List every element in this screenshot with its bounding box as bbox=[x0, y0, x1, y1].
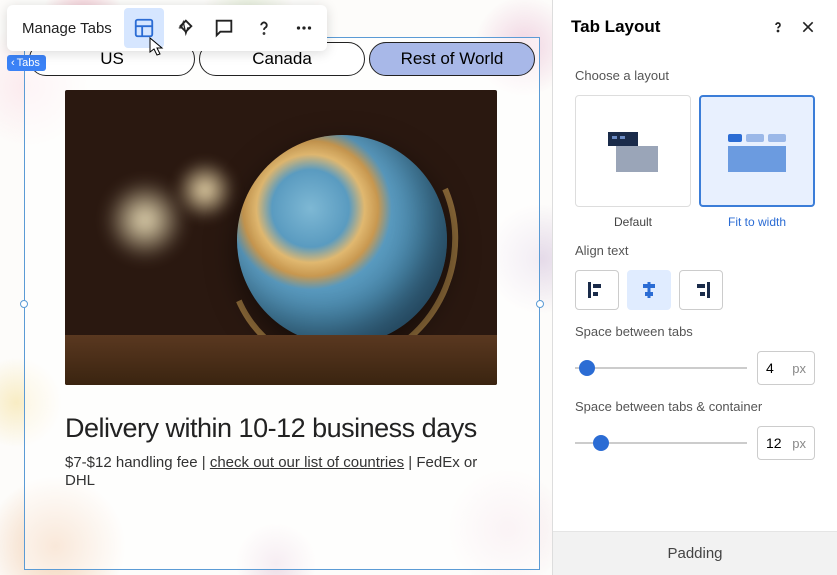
delivery-headline: Delivery within 10-12 business days bbox=[65, 413, 499, 444]
space-tabs-slider[interactable] bbox=[575, 358, 747, 378]
comment-icon-button[interactable] bbox=[204, 8, 244, 48]
align-left-button[interactable] bbox=[575, 270, 619, 310]
space-container-input[interactable]: 12px bbox=[757, 426, 815, 460]
countries-link[interactable]: check out our list of countries bbox=[210, 454, 404, 471]
choose-layout-label: Choose a layout bbox=[575, 68, 815, 83]
editor-canvas: Manage Tabs Tabs US Canada Rest of World bbox=[0, 0, 552, 575]
more-icon-button[interactable] bbox=[284, 8, 324, 48]
resize-handle-left[interactable] bbox=[20, 300, 28, 308]
layout-fit-label: Fit to width bbox=[699, 215, 815, 229]
align-right-button[interactable] bbox=[679, 270, 723, 310]
layout-option-fit-to-width[interactable] bbox=[699, 95, 815, 207]
align-left-icon bbox=[588, 282, 606, 298]
manage-tabs-button[interactable]: Manage Tabs bbox=[10, 8, 124, 48]
layout-option-default[interactable] bbox=[575, 95, 691, 207]
space-container-label: Space between tabs & container bbox=[575, 399, 815, 414]
space-tabs-input[interactable]: 4px bbox=[757, 351, 815, 385]
space-tabs-label: Space between tabs bbox=[575, 324, 815, 339]
align-text-label: Align text bbox=[575, 243, 815, 258]
align-center-button[interactable] bbox=[627, 270, 671, 310]
layout-default-label: Default bbox=[575, 215, 691, 229]
padding-section-button[interactable]: Padding bbox=[553, 531, 837, 575]
slider-thumb[interactable] bbox=[593, 435, 609, 451]
default-layout-icon bbox=[598, 126, 668, 176]
tabs-context-badge[interactable]: Tabs bbox=[7, 55, 46, 71]
tab-content: Delivery within 10-12 business days $7-$… bbox=[25, 76, 539, 504]
space-container-slider[interactable] bbox=[575, 433, 747, 453]
fee-text: $7-$12 handling fee | bbox=[65, 454, 210, 471]
panel-close-button[interactable] bbox=[797, 16, 819, 38]
fit-width-layout-icon bbox=[722, 126, 792, 176]
tabs-component-selection[interactable]: US Canada Rest of World Delivery within … bbox=[24, 37, 540, 570]
tab-rest-of-world[interactable]: Rest of World bbox=[369, 42, 535, 76]
panel-title: Tab Layout bbox=[571, 17, 759, 37]
animation-icon-button[interactable] bbox=[164, 8, 204, 48]
help-icon bbox=[253, 17, 275, 39]
cursor-pointer-icon bbox=[148, 36, 166, 58]
panel-header: Tab Layout bbox=[553, 0, 837, 54]
delivery-subline: $7-$12 handling fee | check out our list… bbox=[65, 454, 499, 490]
panel-help-button[interactable] bbox=[767, 16, 789, 38]
help-icon-button[interactable] bbox=[244, 8, 284, 48]
slider-thumb[interactable] bbox=[579, 360, 595, 376]
tab-layout-panel: Tab Layout Choose a layout Default Fit t… bbox=[552, 0, 837, 575]
close-icon bbox=[800, 19, 816, 35]
help-icon bbox=[770, 19, 786, 35]
align-right-icon bbox=[692, 282, 710, 298]
align-center-icon bbox=[640, 282, 658, 298]
floating-toolbar: Manage Tabs bbox=[7, 5, 327, 51]
comment-icon bbox=[213, 17, 235, 39]
resize-handle-right[interactable] bbox=[536, 300, 544, 308]
animation-icon bbox=[173, 17, 195, 39]
globe-photo bbox=[65, 90, 497, 385]
more-icon bbox=[293, 17, 315, 39]
